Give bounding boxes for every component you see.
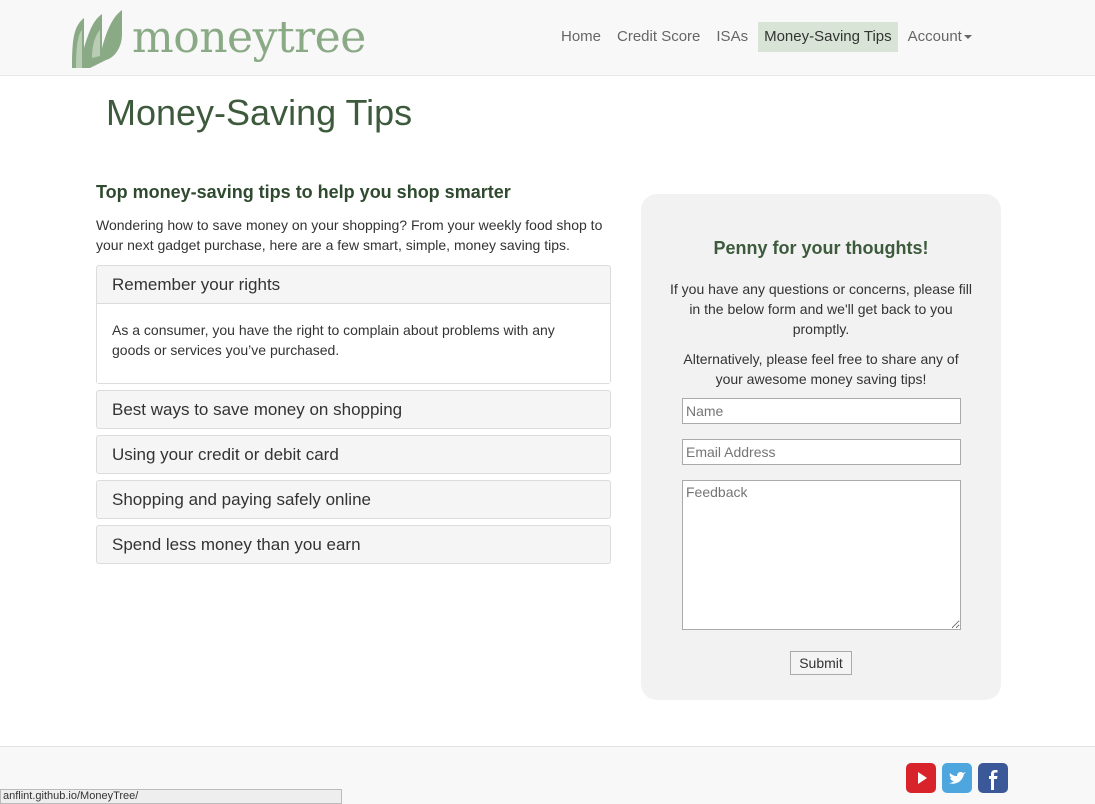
accordion-panel: Using your credit or debit card (96, 435, 611, 474)
facebook-icon[interactable] (978, 763, 1008, 793)
feedback-box: Penny for your thoughts! If you have any… (641, 194, 1001, 700)
page-title: Money-Saving Tips (106, 92, 413, 133)
feedback-textarea[interactable] (682, 480, 961, 630)
accordion-panel: Shopping and paying safely online (96, 480, 611, 519)
feedback-title: Penny for your thoughts! (713, 238, 929, 258)
browser-status-url: anflint.github.io/MoneyTree/ (0, 789, 342, 804)
panel-heading-credit-debit[interactable]: Using your credit or debit card (97, 436, 610, 473)
email-input[interactable] (682, 439, 961, 465)
accordion-panel: Spend less money than you earn (96, 525, 611, 564)
tips-section: Top money-saving tips to help you shop s… (96, 182, 611, 570)
youtube-icon[interactable] (906, 763, 936, 793)
main-nav: Home Credit Score ISAs Money-Saving Tips… (555, 22, 982, 52)
panel-heading-paying-safely[interactable]: Shopping and paying safely online (97, 481, 610, 518)
nav-isas[interactable]: ISAs (710, 22, 754, 52)
tips-intro: Wondering how to save money on your shop… (96, 217, 603, 253)
caret-down-icon (963, 35, 972, 40)
panel-heading-remember-rights[interactable]: Remember your rights (97, 266, 610, 303)
feedback-text-questions: If you have any questions or concerns, p… (670, 281, 972, 337)
name-input[interactable] (682, 398, 961, 424)
nav-account-label: Account (907, 28, 962, 45)
submit-button[interactable]: Submit (790, 651, 852, 675)
panel-body-remember-rights: As a consumer, you have the right to com… (97, 303, 610, 383)
moneytree-logo-icon (72, 10, 122, 68)
panel-heading-spend-less[interactable]: Spend less money than you earn (97, 526, 610, 563)
accordion-panel: Best ways to save money on shopping (96, 390, 611, 429)
navbar: moneytree Home Credit Score ISAs Money-S… (0, 0, 1095, 76)
nav-home[interactable]: Home (555, 22, 607, 52)
logo[interactable]: moneytree (70, 8, 366, 68)
brand-name: moneytree (132, 12, 366, 63)
nav-account-dropdown[interactable]: Account (902, 22, 978, 52)
nav-money-saving-tips[interactable]: Money-Saving Tips (758, 22, 898, 52)
tips-heading: Top money-saving tips to help you shop s… (96, 182, 511, 202)
panel-heading-best-ways[interactable]: Best ways to save money on shopping (97, 391, 610, 428)
feedback-text-alternatively: Alternatively, please feel free to share… (683, 351, 959, 387)
accordion-panel: Remember your rights As a consumer, you … (96, 265, 611, 384)
nav-credit-score[interactable]: Credit Score (611, 22, 706, 52)
twitter-icon[interactable] (942, 763, 972, 793)
